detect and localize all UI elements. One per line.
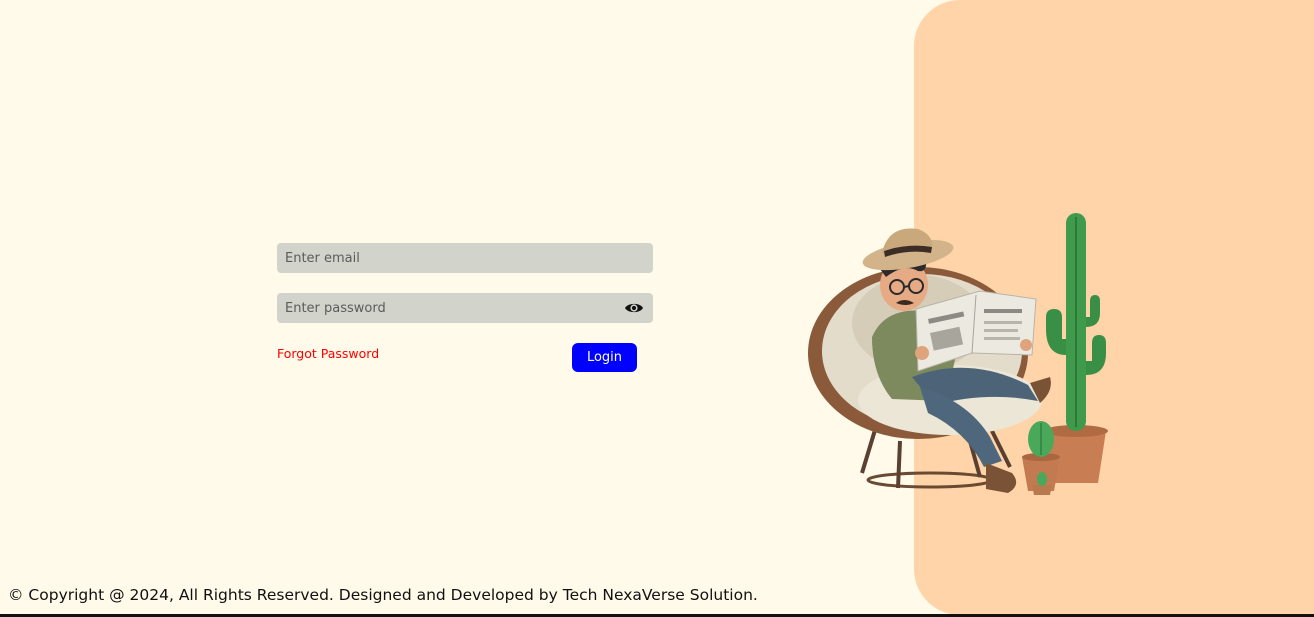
- eye-icon[interactable]: [624, 299, 644, 317]
- login-button[interactable]: Login: [572, 343, 637, 372]
- form-actions: Forgot Password Login: [277, 343, 653, 383]
- email-field-wrapper: [277, 243, 653, 273]
- login-form: Forgot Password Login: [277, 243, 653, 383]
- footer-copyright: © Copyright @ 2024, All Rights Reserved.…: [8, 586, 758, 604]
- man-reading-newspaper-illustration: [800, 205, 1120, 500]
- password-field[interactable]: [277, 293, 653, 323]
- forgot-password-link[interactable]: Forgot Password: [277, 346, 379, 361]
- email-field[interactable]: [277, 243, 653, 273]
- password-field-wrapper: [277, 293, 653, 323]
